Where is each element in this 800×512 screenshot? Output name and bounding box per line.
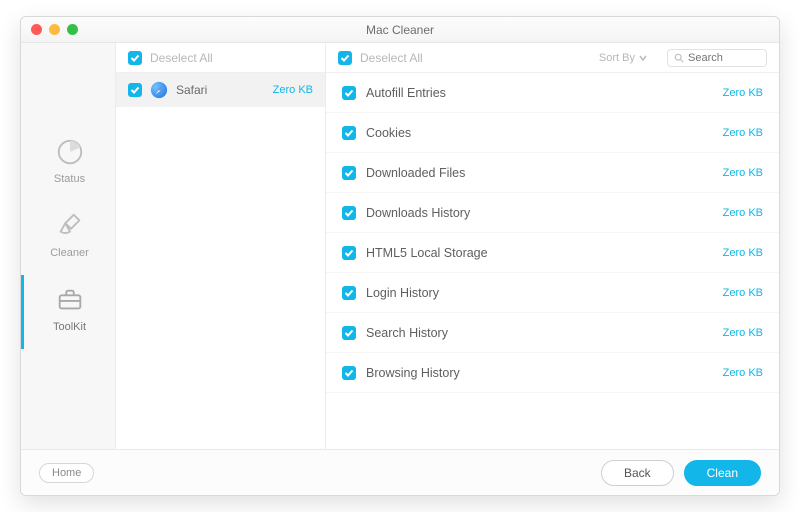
search-input[interactable] [688,52,760,64]
sort-by-dropdown[interactable]: Sort By [599,52,647,64]
body: Status Cleaner ToolKit Deselect All [21,43,779,449]
footer: Home Back Clean [21,449,779,495]
app-row-safari[interactable]: Safari Zero KB [116,73,325,107]
search-box[interactable] [667,49,767,67]
detail-label: Downloaded Files [366,166,465,180]
details-panel: Deselect All Sort By Autofill Entries Zer… [326,43,779,449]
titlebar: Mac Cleaner [21,17,779,43]
deselect-all-details[interactable]: Deselect All [338,51,423,65]
checkbox-icon[interactable] [342,286,356,300]
detail-size: Zero KB [723,207,763,219]
detail-size: Zero KB [723,367,763,379]
checkbox-icon[interactable] [342,326,356,340]
details-header: Deselect All Sort By [326,43,779,73]
detail-row[interactable]: Cookies Zero KB [326,113,779,153]
home-button[interactable]: Home [39,463,94,483]
detail-label: HTML5 Local Storage [366,246,488,260]
detail-label: Autofill Entries [366,86,446,100]
detail-size: Zero KB [723,87,763,99]
app-size: Zero KB [273,84,313,96]
apps-panel: Deselect All Safari Zero KB [116,43,326,449]
details-list: Autofill EntriesZero KBCookiesZero KBDow… [326,73,779,449]
deselect-all-label: Deselect All [360,51,423,65]
window-title: Mac Cleaner [21,23,779,37]
checkbox-icon[interactable] [342,166,356,180]
brush-icon [55,211,85,241]
sidebar-item-toolkit[interactable]: ToolKit [21,275,115,349]
detail-size: Zero KB [723,247,763,259]
detail-row[interactable]: Downloads History Zero KB [326,193,779,233]
chevron-down-icon [639,54,647,62]
checkbox-icon [128,51,142,65]
piechart-icon [55,137,85,167]
back-button[interactable]: Back [601,460,674,486]
checkbox-icon[interactable] [342,366,356,380]
detail-row[interactable]: Search History Zero KB [326,313,779,353]
sidebar-item-status[interactable]: Status [21,127,115,201]
checkbox-icon [338,51,352,65]
detail-label: Search History [366,326,448,340]
apps-header: Deselect All [116,43,325,73]
deselect-all-label: Deselect All [150,51,213,65]
search-icon [674,53,684,63]
detail-row[interactable]: Browsing History Zero KB [326,353,779,393]
detail-size: Zero KB [723,327,763,339]
sidebar-item-label: Cleaner [50,247,89,259]
sidebar-item-label: Status [54,173,85,185]
checkbox-icon[interactable] [342,206,356,220]
detail-size: Zero KB [723,287,763,299]
safari-icon [150,81,168,99]
checkbox-icon[interactable] [342,86,356,100]
detail-label: Browsing History [366,366,460,380]
detail-label: Downloads History [366,206,470,220]
detail-row[interactable]: Autofill Entries Zero KB [326,73,779,113]
checkbox-icon[interactable] [128,83,142,97]
detail-row[interactable]: Login History Zero KB [326,273,779,313]
detail-size: Zero KB [723,127,763,139]
briefcase-icon [55,285,85,315]
detail-label: Cookies [366,126,411,140]
sort-by-label: Sort By [599,52,635,64]
detail-row[interactable]: HTML5 Local Storage Zero KB [326,233,779,273]
deselect-all-apps[interactable]: Deselect All [128,51,213,65]
app-window: Mac Cleaner Status Cleaner ToolKit [20,16,780,496]
detail-row[interactable]: Downloaded Files Zero KB [326,153,779,193]
detail-size: Zero KB [723,167,763,179]
checkbox-icon[interactable] [342,126,356,140]
sidebar-item-label: ToolKit [53,321,86,333]
app-name: Safari [176,83,207,97]
sidebar-item-cleaner[interactable]: Cleaner [21,201,115,275]
clean-button[interactable]: Clean [684,460,761,486]
checkbox-icon[interactable] [342,246,356,260]
sidebar: Status Cleaner ToolKit [21,43,116,449]
detail-label: Login History [366,286,439,300]
